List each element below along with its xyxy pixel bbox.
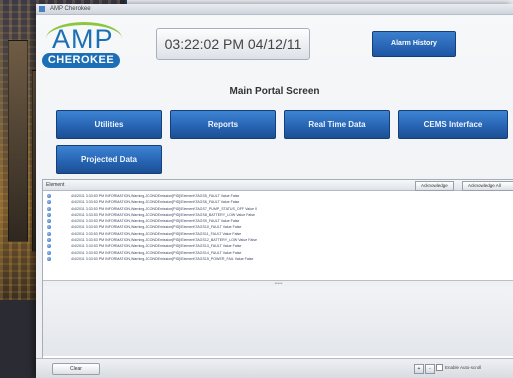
utilities-button[interactable]: Utilities: [56, 110, 162, 139]
event-log-header-label: Element: [46, 182, 65, 188]
clear-button[interactable]: Clear: [52, 363, 100, 375]
status-dot-icon: [47, 219, 51, 224]
status-dot-icon: [47, 231, 51, 236]
event-log-panel: Element Acknowledge Acknowledge All 4/4/…: [42, 179, 513, 359]
logo-text-cherokee: CHEROKEE: [42, 53, 120, 68]
status-dot-icon: [47, 206, 51, 211]
alarm-history-button[interactable]: Alarm History: [372, 31, 456, 57]
projected-data-button[interactable]: Projected Data: [56, 145, 162, 174]
app-icon: [39, 6, 45, 12]
zoom-out-button[interactable]: -: [425, 364, 435, 374]
status-dot-icon: [47, 238, 51, 243]
auto-scroll-toggle[interactable]: Enable Auto-scroll: [436, 364, 481, 372]
status-dot-icon: [47, 194, 51, 198]
status-dot-icon: [47, 225, 51, 230]
status-dot-icon: [47, 256, 51, 261]
status-dot-icon: [47, 212, 51, 217]
status-dot-icon: [47, 250, 51, 255]
clock-display: 03:22:02 PM 04/12/11: [156, 28, 310, 60]
status-dot-icon: [47, 244, 51, 249]
page-title: Main Portal Screen: [229, 86, 320, 97]
real-time-data-button[interactable]: Real Time Data: [284, 110, 390, 139]
auto-scroll-checkbox[interactable]: [436, 364, 443, 372]
zoom-in-button[interactable]: +: [414, 364, 424, 374]
log-detail-area: [43, 286, 513, 356]
cems-interface-button[interactable]: CEMS Interface: [398, 110, 508, 139]
amp-cherokee-logo: AMP CHEROKEE: [40, 22, 122, 72]
event-log-list: 4/4/2011 3:33:53 PM INFORMATION,Warning,…: [43, 193, 513, 262]
logo-text-amp: AMP: [52, 24, 114, 54]
reports-button[interactable]: Reports: [170, 110, 276, 139]
window-title: AMP Cherokee: [50, 6, 91, 12]
acknowledge-button[interactable]: Acknowledge: [415, 181, 454, 191]
footer-bar: Clear + - Enable Auto-scroll: [36, 358, 513, 378]
event-log-header: Element Acknowledge Acknowledge All: [43, 180, 513, 191]
app-window: AMP Cherokee AMP CHEROKEE 03:22:02 PM 04…: [36, 4, 513, 378]
acknowledge-all-button[interactable]: Acknowledge All: [462, 181, 513, 191]
log-row[interactable]: 4/4/2011 3:33:53 PM INFORMATION,Warning,…: [43, 256, 513, 262]
auto-scroll-label: Enable Auto-scroll: [445, 365, 482, 370]
status-dot-icon: [47, 200, 51, 205]
window-titlebar: AMP Cherokee: [36, 4, 513, 15]
